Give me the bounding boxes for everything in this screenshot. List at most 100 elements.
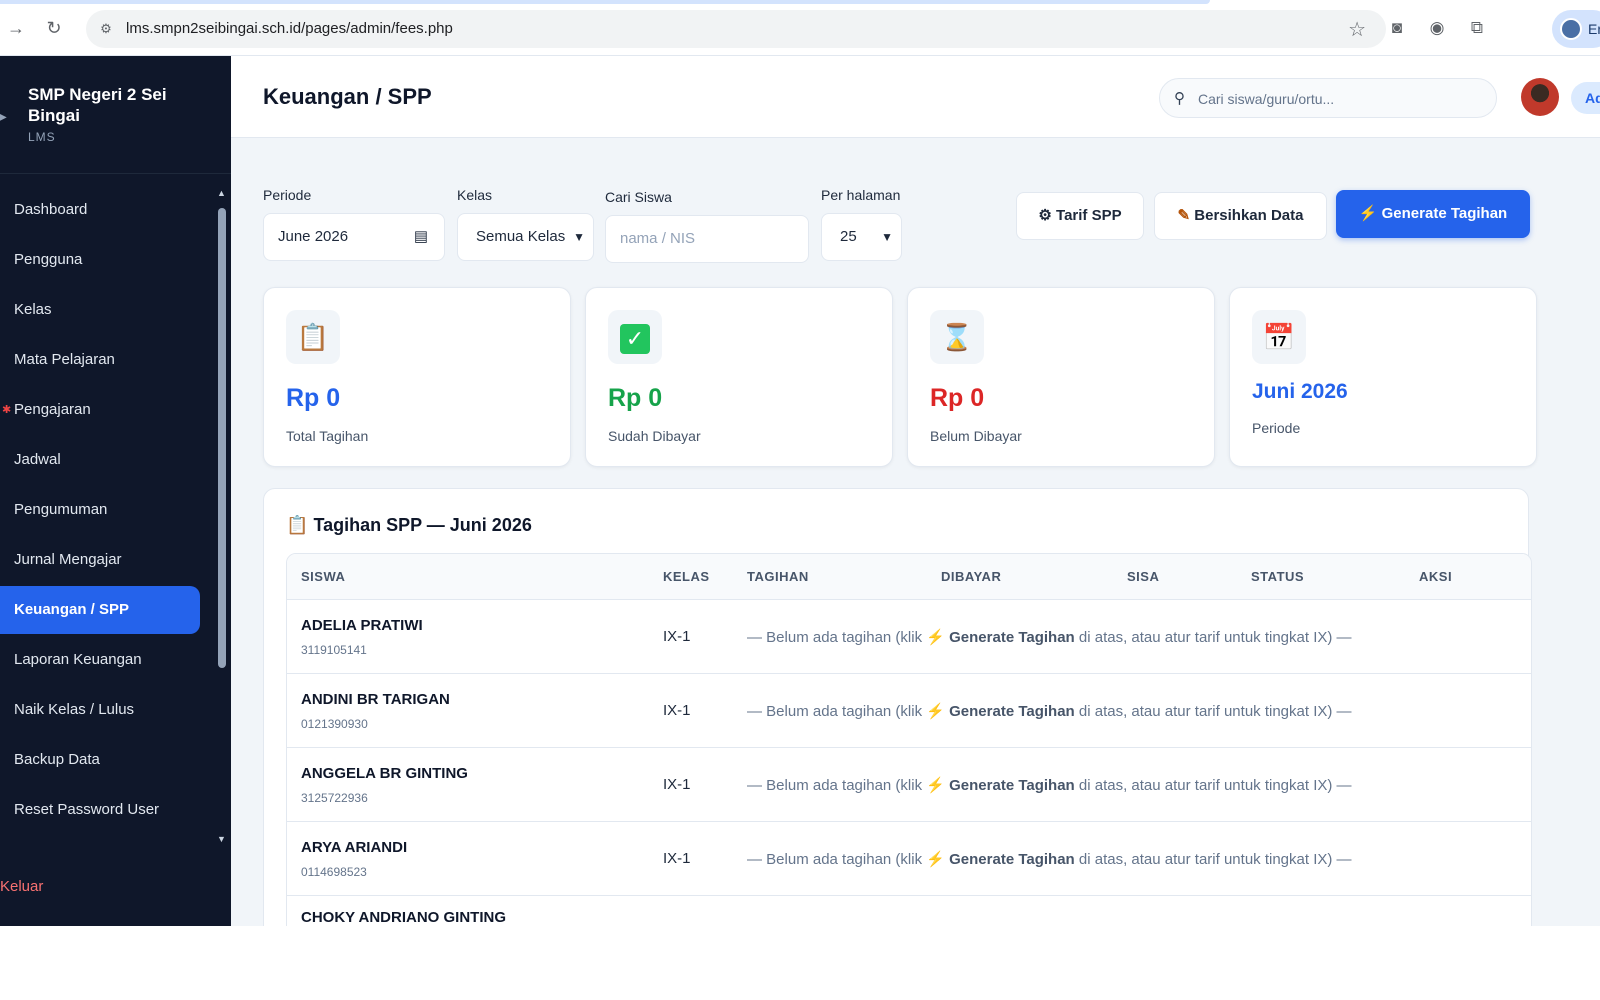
scroll-up-icon[interactable]: ▲ <box>217 188 226 198</box>
stat-value: Rp 0 <box>930 384 985 412</box>
column-header: KELAS <box>663 569 710 584</box>
table-header: SISWA KELAS TAGIHAN DIBAYAR SISA STATUS … <box>287 554 1531 600</box>
logout-link[interactable]: Keluar <box>0 878 43 895</box>
note-suffix: di atas, atau atur tarif untuk tingkat I… <box>1078 629 1352 646</box>
stat-card-total-tagihan: 📋 Rp 0 Total Tagihan <box>263 287 571 467</box>
sidebar-item-laporan-keuangan[interactable]: Laporan Keuangan <box>0 636 200 684</box>
avatar[interactable] <box>1521 78 1559 116</box>
generate-link: Generate Tagihan <box>949 629 1075 646</box>
tarif-spp-button[interactable]: ⚙ Tarif SPP <box>1016 192 1144 240</box>
sidebar-item-kelas[interactable]: Kelas <box>0 286 200 334</box>
graduation-cap-icon: ▶ <box>0 108 7 124</box>
empty-billing-note: — Belum ada tagihan (klik ⚡ Generate Tag… <box>747 850 1352 868</box>
lightning-icon: ⚡ <box>926 629 945 646</box>
page-header: Keuangan / SPP ⚲ Cari siswa/guru/ortu...… <box>231 56 1600 138</box>
calendar-icon: 📅 <box>1252 310 1306 364</box>
student-name: ADELIA PRATIWI <box>301 617 423 634</box>
search-placeholder: Cari siswa/guru/ortu... <box>1198 91 1335 107</box>
table-title-text: Tagihan SPP — Juni 2026 <box>313 515 532 535</box>
user-role-badge[interactable]: Adm <box>1571 82 1600 114</box>
stat-value: Rp 0 <box>286 384 341 412</box>
table-row: ARYA ARIANDI 0114698523 IX-1 — Belum ada… <box>287 822 1531 896</box>
clipboard-icon: 📋 <box>286 310 340 364</box>
note-prefix: — Belum ada tagihan (klik <box>747 703 923 720</box>
sidebar-item-pengumuman[interactable]: Pengumuman <box>0 486 200 534</box>
student-nis: 0114698523 <box>301 865 367 879</box>
student-class: IX-1 <box>663 702 691 719</box>
per-halaman-select[interactable]: 25 ▼ <box>821 213 902 261</box>
extension-globe-icon[interactable]: ◉ <box>1425 16 1449 40</box>
periode-value: June 2026 <box>278 228 349 245</box>
sidebar-item-dashboard[interactable]: Dashboard <box>0 186 200 234</box>
address-bar[interactable]: ⚙ lms.smpn2seibingai.sch.id/pages/admin/… <box>86 10 1386 48</box>
empty-billing-note: — Belum ada tagihan (klik ⚡ Generate Tag… <box>747 628 1352 646</box>
kelas-select[interactable]: Semua Kelas ▼ <box>457 213 594 261</box>
bookmark-star-icon[interactable]: ☆ <box>1348 17 1366 42</box>
stat-card-sudah-dibayar: ✓ Rp 0 Sudah Dibayar <box>585 287 893 467</box>
reload-icon[interactable]: ↻ <box>42 16 66 40</box>
kelas-value: Semua Kelas <box>476 228 566 245</box>
kelas-label: Kelas <box>457 187 493 203</box>
sidebar-item-pengajaran[interactable]: ✱ Pengajaran <box>0 386 200 434</box>
app-label: LMS <box>28 130 56 144</box>
stat-card-belum-dibayar: ⌛ Rp 0 Belum Dibayar <box>907 287 1215 467</box>
student-class: IX-1 <box>663 776 691 793</box>
calendar-icon[interactable]: ▤ <box>414 214 428 260</box>
generate-link: Generate Tagihan <box>949 851 1075 868</box>
tab-strip <box>0 0 1210 4</box>
stat-card-periode: 📅 Juni 2026 Periode <box>1229 287 1537 467</box>
student-nis: 3125722936 <box>301 791 368 805</box>
column-header: SISA <box>1127 569 1160 584</box>
lightning-icon: ⚡ <box>1358 205 1378 222</box>
browser-profile-button[interactable]: En <box>1552 10 1600 48</box>
scroll-down-icon[interactable]: ▼ <box>217 834 226 844</box>
tagihan-table: SISWA KELAS TAGIHAN DIBAYAR SISA STATUS … <box>286 553 1532 926</box>
broom-icon: ✎ <box>1177 207 1191 224</box>
table-row: ANDINI BR TARIGAN 0121390930 IX-1 — Belu… <box>287 674 1531 748</box>
sidebar-item-backup-data[interactable]: Backup Data <box>0 736 200 784</box>
generate-link: Generate Tagihan <box>949 703 1075 720</box>
per-halaman-value: 25 <box>840 228 857 245</box>
generate-link: Generate Tagihan <box>949 777 1075 794</box>
scroll-thumb[interactable] <box>218 208 226 668</box>
sidebar-item-jurnal-mengajar[interactable]: Jurnal Mengajar <box>0 536 200 584</box>
cari-siswa-input[interactable]: nama / NIS <box>605 215 809 263</box>
tagihan-table-card: 📋 Tagihan SPP — Juni 2026 SISWA KELAS TA… <box>263 488 1532 926</box>
brand: ▶ SMP Negeri 2 Sei Bingai LMS <box>0 56 231 174</box>
url-text[interactable]: lms.smpn2seibingai.sch.id/pages/admin/fe… <box>126 20 453 37</box>
sidebar-item-reset-password[interactable]: Reset Password User <box>0 786 200 834</box>
chevron-down-icon: ▼ <box>573 230 585 244</box>
camera-icon[interactable]: ◙ <box>1385 16 1409 40</box>
cari-siswa-label: Cari Siswa <box>605 189 672 205</box>
sidebar-scrollbar[interactable]: ▲ ▼ <box>215 186 229 846</box>
search-icon: ⚲ <box>1174 90 1185 107</box>
sidebar-item-pengguna[interactable]: Pengguna <box>0 236 200 284</box>
student-name: ANGGELA BR GINTING <box>301 765 468 782</box>
note-prefix: — Belum ada tagihan (klik <box>747 851 923 868</box>
generate-tagihan-button[interactable]: ⚡ Generate Tagihan <box>1336 190 1530 238</box>
column-header: SISWA <box>301 569 346 584</box>
global-search-input[interactable]: ⚲ Cari siswa/guru/ortu... <box>1159 78 1497 118</box>
sidebar-item-jadwal[interactable]: Jadwal <box>0 436 200 484</box>
sidebar-item-keuangan-spp[interactable]: Keuangan / SPP <box>0 586 200 634</box>
stat-label: Periode <box>1252 420 1301 436</box>
student-class: IX-1 <box>663 850 691 867</box>
note-prefix: — Belum ada tagihan (klik <box>747 777 923 794</box>
sidebar-item-naik-kelas[interactable]: Naik Kelas / Lulus <box>0 686 200 734</box>
sidebar: ▶ SMP Negeri 2 Sei Bingai LMS Dashboard … <box>0 56 231 926</box>
table-row: ADELIA PRATIWI 3119105141 IX-1 — Belum a… <box>287 600 1531 674</box>
stat-label: Total Tagihan <box>286 428 369 444</box>
sidebar-item-mata-pelajaran[interactable]: Mata Pelajaran <box>0 336 200 384</box>
lightning-icon: ⚡ <box>926 777 945 794</box>
periode-month-input[interactable]: June 2026 ▤ <box>263 213 445 261</box>
forward-icon[interactable]: → <box>4 16 28 40</box>
bersihkan-data-button[interactable]: ✎ Bersihkan Data <box>1154 192 1327 240</box>
table-row: ANGGELA BR GINTING 3125722936 IX-1 — Bel… <box>287 748 1531 822</box>
site-settings-icon[interactable]: ⚙ <box>96 19 116 39</box>
stat-label: Sudah Dibayar <box>608 428 701 444</box>
profile-label: En <box>1588 21 1600 37</box>
clipboard-icon: 📋 <box>286 515 309 535</box>
puzzle-icon[interactable]: ⧉ <box>1465 16 1489 40</box>
student-class: IX-1 <box>663 628 691 645</box>
tarif-spp-label: Tarif SPP <box>1056 207 1122 224</box>
